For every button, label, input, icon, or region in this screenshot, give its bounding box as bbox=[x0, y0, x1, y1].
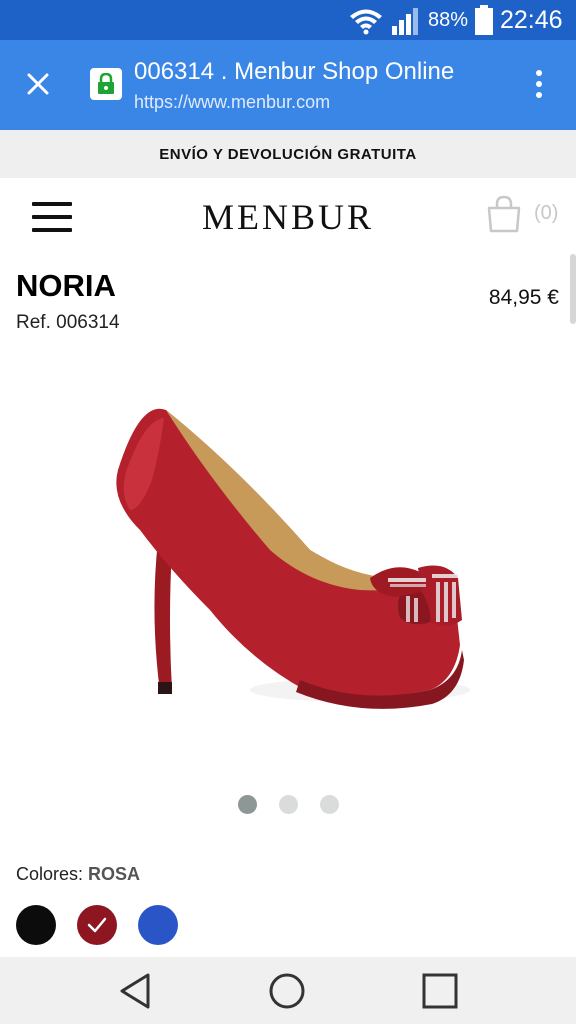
colors-label-text: Colores: bbox=[16, 864, 84, 884]
page-url[interactable]: https://www.menbur.com bbox=[134, 92, 330, 113]
image-carousel-dots bbox=[0, 795, 576, 814]
system-navigation-bar bbox=[0, 957, 576, 1024]
security-indicator[interactable] bbox=[90, 68, 122, 100]
color-swatch-red[interactable] bbox=[77, 905, 117, 945]
scrollbar[interactable] bbox=[570, 254, 576, 324]
color-swatch-black[interactable] bbox=[16, 905, 56, 945]
colors-label: Colores: ROSA bbox=[16, 864, 140, 885]
wifi-icon bbox=[350, 9, 382, 35]
signal-icon bbox=[392, 8, 418, 35]
lock-icon bbox=[98, 73, 114, 94]
close-tab-button[interactable] bbox=[18, 64, 58, 104]
carousel-dot[interactable] bbox=[237, 795, 257, 814]
battery-percent: 88% bbox=[428, 9, 469, 31]
product-price: 84,95 € bbox=[488, 286, 559, 309]
cart-count[interactable]: (0) bbox=[534, 202, 558, 225]
recents-icon[interactable] bbox=[420, 971, 460, 1011]
home-icon[interactable] bbox=[267, 971, 307, 1011]
carousel-dot[interactable] bbox=[319, 795, 339, 814]
battery-icon bbox=[475, 5, 493, 35]
browser-toolbar: 006314 . Menbur Shop Online https://www.… bbox=[0, 40, 576, 130]
color-swatch-blue[interactable] bbox=[138, 905, 178, 945]
back-icon[interactable] bbox=[116, 971, 156, 1011]
site-header: MENBUR (0) bbox=[0, 178, 576, 258]
clock: 22:46 bbox=[500, 6, 563, 34]
status-bar: 88% 22:46 bbox=[0, 0, 576, 40]
product-image[interactable] bbox=[60, 360, 520, 760]
selected-color-name: ROSA bbox=[88, 864, 141, 884]
close-icon bbox=[27, 73, 49, 95]
carousel-dot[interactable] bbox=[278, 795, 298, 814]
overflow-menu-icon[interactable] bbox=[526, 64, 552, 104]
shopping-bag-icon[interactable] bbox=[484, 194, 524, 234]
product-reference: Ref. 006314 bbox=[16, 312, 120, 333]
page-title: 006314 . Menbur Shop Online bbox=[134, 58, 455, 85]
checkmark-icon bbox=[87, 917, 107, 933]
color-swatches bbox=[16, 905, 178, 945]
promo-banner[interactable]: ENVÍO Y DEVOLUCIÓN GRATUITA bbox=[0, 130, 576, 178]
product-name: NORIA bbox=[16, 268, 116, 303]
